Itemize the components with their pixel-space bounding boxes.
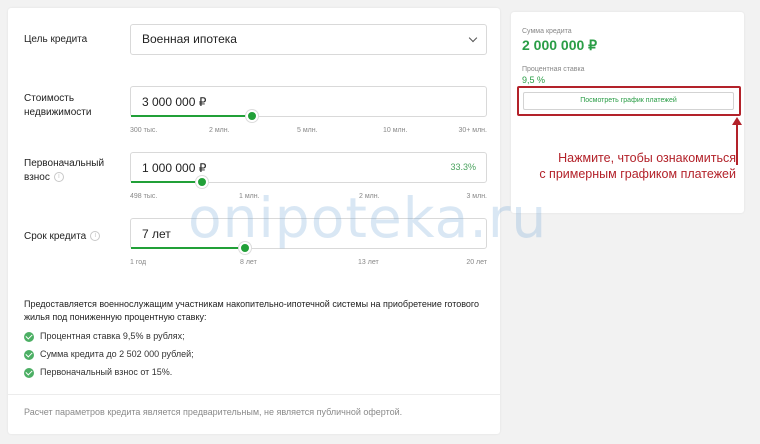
tick-label: 10 млн.: [383, 127, 408, 134]
term-label-text: Срок кредита: [24, 231, 87, 242]
list-item: Первоначальный взнос от 15%.: [24, 367, 172, 379]
loan-sum-value: 2 000 000 ₽: [522, 37, 598, 53]
property-slider-handle[interactable]: [246, 110, 258, 122]
down-payment-percent: 33.3%: [450, 162, 476, 172]
purpose-select[interactable]: Военная ипотека: [130, 24, 487, 55]
property-slider-fill: [131, 115, 252, 117]
check-icon: [24, 331, 34, 342]
tick-label: 13 лет: [358, 259, 379, 266]
tick-label: 300 тыс.: [130, 127, 158, 134]
list-item-text: Процентная ставка 9,5% в рублях;: [40, 331, 185, 341]
term-ticks: 1 год 8 лет 13 лет 20 лет: [130, 259, 487, 269]
property-cost-field[interactable]: 3 000 000 ₽: [130, 86, 487, 122]
property-ticks: 300 тыс. 2 млн. 5 млн. 10 млн. 30+ млн.: [130, 127, 487, 137]
property-label: Стоимость недвижимости: [24, 92, 91, 120]
list-item-text: Сумма кредита до 2 502 000 рублей;: [40, 349, 194, 359]
down-payment-label: Первоначальный взнос i: [24, 157, 104, 185]
check-icon: [24, 367, 34, 378]
program-description: Предоставляется военнослужащим участника…: [24, 299, 480, 322]
tick-label: 20 лет: [466, 259, 487, 266]
purpose-select-value: Военная ипотека: [142, 32, 237, 46]
purpose-label: Цель кредита: [24, 34, 88, 45]
loan-sum-label: Сумма кредита: [522, 28, 572, 35]
down-payment-field[interactable]: 1 000 000 ₽ 33.3%: [130, 152, 487, 188]
tick-label: 498 тыс.: [130, 193, 158, 200]
disclaimer: Расчет параметров кредита является предв…: [24, 407, 403, 417]
list-item: Процентная ставка 9,5% в рублях;: [24, 331, 185, 343]
tick-label: 5 млн.: [297, 127, 318, 134]
chevron-down-icon: [468, 33, 478, 43]
check-icon: [24, 349, 34, 360]
info-icon[interactable]: i: [53, 172, 64, 183]
term-label: Срок кредита i: [24, 230, 101, 244]
down-payment-value: 1 000 000 ₽: [142, 161, 207, 175]
info-icon[interactable]: i: [90, 231, 101, 242]
term-value: 7 лет: [142, 227, 171, 241]
annotation-line2: с примерным графиком платежей: [539, 167, 736, 181]
list-item-text: Первоначальный взнос от 15%.: [40, 367, 173, 377]
tick-label: 30+ млн.: [458, 127, 487, 134]
tick-label: 1 год: [130, 259, 147, 266]
tick-label: 8 лет: [240, 259, 257, 266]
annotation-text: Нажмите, чтобы ознакомиться с примерным …: [522, 150, 736, 182]
property-label-line1: Стоимость: [24, 93, 75, 104]
rate-value: 9,5 %: [522, 75, 546, 85]
down-slider-fill: [131, 181, 202, 183]
annotation-arrow: [736, 120, 738, 165]
divider: [8, 394, 500, 395]
tick-label: 2 млн.: [209, 127, 230, 134]
down-label-line2: взнос: [24, 172, 50, 183]
property-cost-value: 3 000 000 ₽: [142, 95, 207, 109]
annotation-line1: Нажмите, чтобы ознакомиться: [558, 151, 736, 165]
down-label-line1: Первоначальный: [24, 158, 105, 169]
list-item: Сумма кредита до 2 502 000 рублей;: [24, 349, 194, 361]
arrow-up-icon: [732, 117, 742, 125]
watermark: onipoteka.ru: [188, 186, 548, 250]
property-label-line2: недвижимости: [24, 107, 92, 118]
rate-label: Процентная ставка: [522, 66, 585, 73]
highlight-frame: [517, 86, 741, 116]
